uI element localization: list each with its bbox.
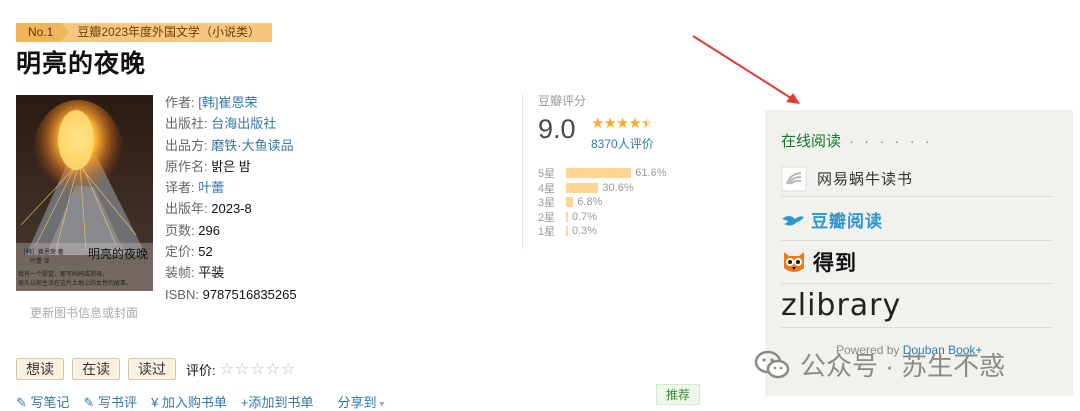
info-row-isbn: ISBN: 9787516835265 xyxy=(165,286,297,302)
zlibrary-logo: zlibrary xyxy=(781,288,902,323)
vendor-zlibrary[interactable]: zlibrary xyxy=(781,284,1053,328)
write-review-link[interactable]: ✎ 写书评 xyxy=(84,392,138,411)
rating-bar-row: 4星 30.6% xyxy=(538,181,666,196)
info-row-pages: 页数: 296 xyxy=(165,222,220,238)
recommend-button[interactable]: 推荐 xyxy=(656,384,701,405)
rank-badge[interactable]: No.1 豆瓣2023年度外国文学（小说类） xyxy=(16,23,273,42)
rate-stars-input[interactable]: ☆☆☆☆☆ xyxy=(220,359,297,379)
publisher-link[interactable]: 台海出版社 xyxy=(211,116,276,131)
rank-number: No.1 xyxy=(16,23,70,42)
write-note-link[interactable]: ✎ 写笔记 xyxy=(16,392,70,411)
info-row-binding: 装帧: 平装 xyxy=(165,265,225,281)
online-reading-title: 在线阅读 · · · · · · xyxy=(781,133,933,150)
info-row-translator: 译者: 叶蕾 xyxy=(165,180,225,196)
info-row-price: 定价: 52 xyxy=(165,244,213,260)
rating-bar-percent: 30.6% xyxy=(602,181,634,194)
producer-link[interactable]: 磨铁·大鱼读品 xyxy=(211,138,293,153)
rating-bar-percent: 0.3% xyxy=(572,225,598,238)
plus-icon: + xyxy=(240,395,249,410)
rank-label: 豆瓣2023年度外国文学（小说类） xyxy=(61,23,273,42)
secondary-links: ✎ 写笔记 ✎ 写书评 ¥ 加入购书单 +添加到书单 分享到 ▾ xyxy=(16,392,398,411)
rating-bar xyxy=(566,226,568,237)
snail-reading-logo-icon xyxy=(781,166,807,191)
rating-bar-percent: 6.8% xyxy=(577,196,603,209)
rating-distribution: 5星 61.6% 4星 30.6% 3星 6.8% 2星 0.7% 1星 0.3% xyxy=(538,166,666,239)
rating-bar-row: 5星 61.6% xyxy=(538,166,666,181)
dedao-owl-icon xyxy=(784,252,804,272)
book-cover[interactable]: 明亮的夜晚 ［韩］崔恩荣 著 叶蕾 译 我有一个愿望，那写妈妈或祖母， 很久以前… xyxy=(16,95,153,291)
translator-link[interactable]: 叶蕾 xyxy=(198,180,224,195)
info-row-original-title: 原作名: 밝은 밤 xyxy=(165,158,251,174)
vendor-label: 豆瓣阅读 xyxy=(811,212,883,231)
pencil-icon: ✎ xyxy=(83,395,99,410)
action-bar: 想读 在读 读过 评价: ☆☆☆☆☆ xyxy=(16,358,296,380)
rating-bar xyxy=(566,168,632,179)
rating-bar-row: 2星 0.7% xyxy=(538,210,666,225)
section-divider xyxy=(522,94,523,249)
caret-down-icon: ▾ xyxy=(376,399,385,410)
rating-bar-row: 1星 0.3% xyxy=(538,224,666,239)
rating-section: 豆瓣评分 9.0 ★★★★★ 8370人评价 5星 61.6% 4星 30.6% 3星 6… xyxy=(538,92,688,238)
info-row-publisher: 出版社: 台海出版社 xyxy=(165,116,277,132)
vendor-label: 得到 xyxy=(813,252,857,275)
star-icon: ★ xyxy=(603,115,616,132)
star-icon: ★ xyxy=(640,115,654,132)
cover-title: 明亮的夜晚 xyxy=(88,247,149,261)
author-link[interactable]: [韩]崔恩荣 xyxy=(198,95,257,110)
reading-button[interactable]: 在读 xyxy=(72,358,120,380)
red-arrow-annotation xyxy=(692,35,800,104)
vendor-douban-read[interactable]: 豆瓣阅读 xyxy=(781,199,1053,241)
rating-bar xyxy=(566,211,568,222)
star-icons: ★★★★★ xyxy=(591,115,654,132)
read-button[interactable]: 读过 xyxy=(128,358,176,380)
cover-blurb-1: 我有一个愿望，那写妈妈或祖母， xyxy=(18,272,109,278)
rating-bar-percent: 0.7% xyxy=(572,210,598,223)
douban-read-bird-icon xyxy=(782,215,804,226)
star-icon: ★ xyxy=(615,115,629,132)
cover-author-line: ［韩］崔恩荣 著 xyxy=(20,250,64,256)
rating-bar-row: 3星 6.8% xyxy=(538,195,666,210)
info-row-producer: 出品方: 磨铁·大鱼读品 xyxy=(165,137,294,153)
want-to-read-button[interactable]: 想读 xyxy=(16,358,64,380)
star-icon: ★ xyxy=(628,115,641,132)
cover-blurb-2: 很久以前生活在这片土地上的女性的故事。 xyxy=(18,281,133,287)
original-title: 밝은 밤 xyxy=(211,158,251,174)
update-cover-link[interactable]: 更新图书信息或封面 xyxy=(30,304,138,321)
share-dropdown[interactable]: 分享到 ▾ xyxy=(338,392,385,411)
wechat-icon xyxy=(754,350,790,378)
pencil-icon: ✎ xyxy=(16,395,31,410)
star-icon: ★ xyxy=(591,115,604,132)
book-title: 明亮的夜晚 xyxy=(16,50,147,78)
rating-bar xyxy=(566,197,574,208)
add-to-booklist-link[interactable]: +添加到书单 xyxy=(241,392,314,411)
book-info: 作者: [韩]崔恩荣 出版社: 台海出版社 出品方: 磨铁·大鱼读品 原作名: … xyxy=(165,92,297,305)
rating-score: 9.0 xyxy=(538,114,576,144)
vendor-dedao[interactable]: 得到 xyxy=(781,241,1053,284)
watermark-text: 公众号 · 苏生不惑 xyxy=(800,351,1006,381)
vendor-label: 网易蜗牛读书 xyxy=(817,171,914,188)
rating-stars: ★★★★★ xyxy=(591,114,654,132)
rating-bar-percent: 61.6% xyxy=(635,167,667,180)
vendor-netease-snail[interactable]: 网易蜗牛读书 xyxy=(781,161,1053,197)
add-to-cart-link[interactable]: ¥ 加入购书单 xyxy=(151,392,227,411)
rating-bar-star-label: 1星 xyxy=(538,226,556,239)
info-row-pub-year: 出版年: 2023-8 xyxy=(165,201,252,217)
info-row-author: 作者: [韩]崔恩荣 xyxy=(165,95,258,110)
rate-label: 评价: xyxy=(186,362,216,378)
yen-icon: ¥ xyxy=(151,395,162,410)
cover-translator-line: 叶蕾 译 xyxy=(30,259,50,265)
watermark: 公众号 · 苏生不惑 xyxy=(754,346,1005,383)
rating-label: 豆瓣评分 xyxy=(538,94,587,108)
rating-count-link[interactable]: 8370人评价 xyxy=(591,135,654,152)
rating-bar xyxy=(566,182,599,193)
